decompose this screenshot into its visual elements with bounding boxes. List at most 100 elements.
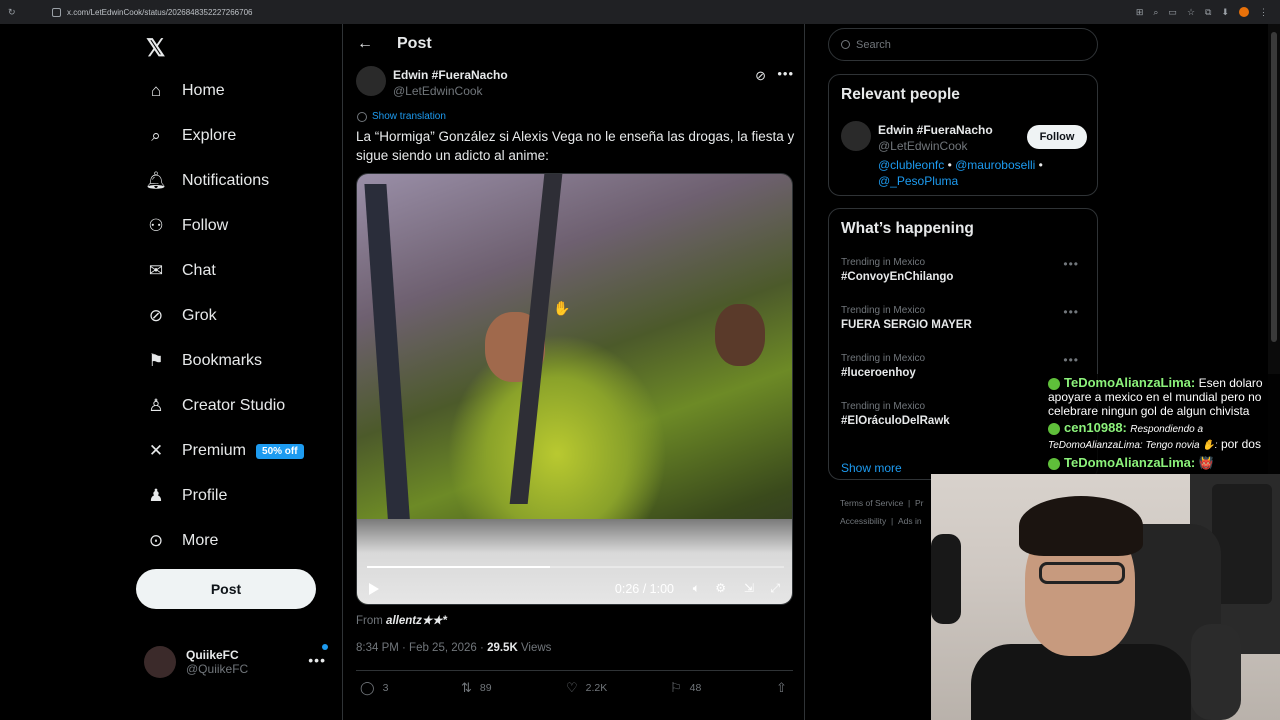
volume-icon[interactable]: 🔈︎ (693, 581, 700, 596)
bookmark-count: 48 (689, 682, 702, 694)
account-switcher[interactable]: QuiikeFC @QuiikeFC ••• (144, 642, 334, 682)
nav-label: Explore (182, 127, 237, 144)
nav-profile[interactable]: ♟ Profile (146, 476, 227, 516)
webcam-person (1019, 496, 1143, 556)
like-button[interactable]: ♡ 2.2K (566, 680, 607, 696)
more-options-icon[interactable]: ••• (777, 66, 794, 81)
nav-home[interactable]: ⌂ Home (146, 71, 225, 111)
notification-dot (322, 644, 328, 650)
search-icon (841, 40, 850, 49)
follow-button[interactable]: Follow (1027, 125, 1087, 149)
downloads-icon[interactable]: ⬇ (1221, 7, 1229, 18)
x-logo-icon[interactable]: 𝕏 (146, 34, 165, 63)
share-button[interactable]: ⇧ (776, 680, 795, 696)
more-options-icon[interactable]: ••• (1063, 353, 1079, 367)
cast-icon[interactable]: ▭ (1168, 7, 1177, 18)
chat-text: 👹 (1198, 456, 1214, 470)
grok-explain-icon[interactable]: ⊘ (755, 68, 766, 84)
zoom-icon[interactable]: ⌕ (1153, 7, 1158, 18)
search-input[interactable]: Search (828, 28, 1098, 61)
fullscreen-icon[interactable]: ⤢ (770, 581, 780, 596)
chat-message: cen10988: Respondiendo a TeDomoAlianzaLi… (1048, 421, 1276, 453)
x-icon: ✕ (148, 441, 164, 460)
show-translation-link[interactable]: Show translation (357, 111, 446, 122)
browser-toolbar: ↻ x.com/LetEdwinCook/status/202684835222… (0, 0, 1280, 24)
author-name[interactable]: Edwin #FueraNacho (393, 68, 508, 82)
back-arrow-icon[interactable]: ← (357, 35, 397, 53)
more-options-icon[interactable]: ••• (1063, 257, 1079, 271)
extensions-icon[interactable]: ⧉ (1205, 7, 1211, 18)
trend-context: Trending in Mexico (841, 353, 926, 364)
nav-follow[interactable]: ⚇ Follow (146, 206, 228, 246)
webcam-overlay (931, 474, 1280, 720)
settings-icon[interactable]: ⚙ (715, 581, 726, 595)
person-handle[interactable]: @LetEdwinCook (878, 139, 968, 153)
mail-icon: ✉ (148, 261, 164, 280)
avatar[interactable] (356, 66, 386, 96)
show-translation-label: Show translation (372, 111, 446, 122)
avatar (144, 646, 176, 678)
footer-link[interactable]: Terms of Service (840, 498, 903, 508)
chat-user: TeDomoAlianzaLima: (1064, 375, 1196, 390)
card-title: Relevant people (841, 86, 960, 103)
repost-button[interactable]: ⇅ 89 (461, 680, 492, 696)
views-label: Views (520, 642, 552, 654)
bio-link[interactable]: @clubleonfc (878, 158, 944, 172)
nav-creator-studio[interactable]: ♙ Creator Studio (146, 386, 285, 426)
bookmark-icon: ⚑ (148, 351, 164, 370)
bio-link[interactable]: @mauroboselli (955, 158, 1035, 172)
nav-label: More (182, 532, 219, 549)
video-source-name[interactable]: allentz★★* (386, 615, 447, 627)
person-name[interactable]: Edwin #FueraNacho (878, 123, 993, 137)
reply-button[interactable]: ◯ 3 (360, 680, 388, 696)
nav-premium[interactable]: ✕ Premium 50% off (146, 431, 304, 471)
video-controls: 0:26 / 1:00 🔈︎ ⚙ ⇲ ⤢ (357, 574, 792, 604)
menu-icon[interactable]: ⋮ (1259, 7, 1268, 18)
popout-icon[interactable]: ⇲ (744, 581, 754, 595)
repost-icon: ⇅ (461, 680, 472, 695)
footer-link[interactable]: Ads in (898, 516, 922, 526)
nav-grok[interactable]: ⊘ Grok (146, 296, 217, 336)
browser-nav-buttons: ↻ (0, 7, 40, 18)
nav-explore[interactable]: ⌕ Explore (146, 116, 236, 156)
nav-bookmarks[interactable]: ⚑ Bookmarks (146, 341, 262, 381)
nav-label: Home (182, 82, 225, 99)
post-timestamp[interactable]: 8:34 PM · Feb 25, 2026 · (356, 642, 484, 654)
author-handle[interactable]: @LetEdwinCook (393, 84, 483, 98)
video-time: 0:26 / 1:00 (614, 582, 674, 596)
bookmark-icon: ⚐ (670, 680, 682, 695)
avatar[interactable] (841, 121, 871, 151)
bookmark-button[interactable]: ⚐ 48 (670, 680, 701, 696)
post-header: ← Post (343, 24, 804, 64)
star-icon[interactable]: ☆ (1187, 7, 1195, 18)
play-icon[interactable] (369, 583, 379, 595)
footer-link[interactable]: Accessibility (840, 516, 886, 526)
video-progress-fill (367, 566, 551, 568)
post-button[interactable]: Post (136, 569, 316, 609)
webcam-background (1212, 484, 1272, 604)
trend-item[interactable]: Trending in Mexico FUERA SERGIO MAYER ••• (841, 305, 1087, 345)
translate-icon[interactable]: ⊞ (1136, 7, 1144, 18)
nav-chat[interactable]: ✉ Chat (146, 251, 216, 291)
scrollbar-thumb[interactable] (1271, 32, 1277, 342)
browser-tools: ⊞ ⌕ ▭ ☆ ⧉ ⬇ ⋮ (1136, 6, 1280, 18)
nav-label: Profile (182, 487, 228, 504)
show-more-link[interactable]: Show more (841, 461, 902, 475)
nav-notifications[interactable]: 🔔︎ Notifications (145, 161, 269, 201)
reload-icon[interactable]: ↻ (8, 7, 16, 18)
video-player[interactable]: 0:26 / 1:00 🔈︎ ⚙ ⇲ ⤢ (356, 173, 793, 605)
webcam-headset (931, 534, 961, 624)
url-text: x.com/LetEdwinCook/status/20268483522272… (67, 7, 253, 17)
footer-link[interactable]: Pr (915, 498, 924, 508)
nav-more[interactable]: ⊙ More (146, 521, 219, 561)
profile-avatar[interactable] (1239, 6, 1249, 17)
trend-item[interactable]: Trending in Mexico #ConvoyEnChilango ••• (841, 257, 1087, 297)
address-bar[interactable]: x.com/LetEdwinCook/status/20268483522272… (44, 3, 1136, 21)
sidebar-footer: Terms of Service | Pr Accessibility | Ad… (840, 498, 924, 526)
site-info-icon[interactable] (52, 7, 61, 17)
more-options-icon[interactable]: ••• (1063, 305, 1079, 319)
video-progress-bar[interactable] (367, 566, 784, 568)
bio-link[interactable]: @_PesoPluma (878, 174, 958, 188)
more-options-icon[interactable]: ••• (308, 652, 326, 668)
chat-message: TeDomoAlianzaLima: 👹 (1048, 456, 1276, 470)
